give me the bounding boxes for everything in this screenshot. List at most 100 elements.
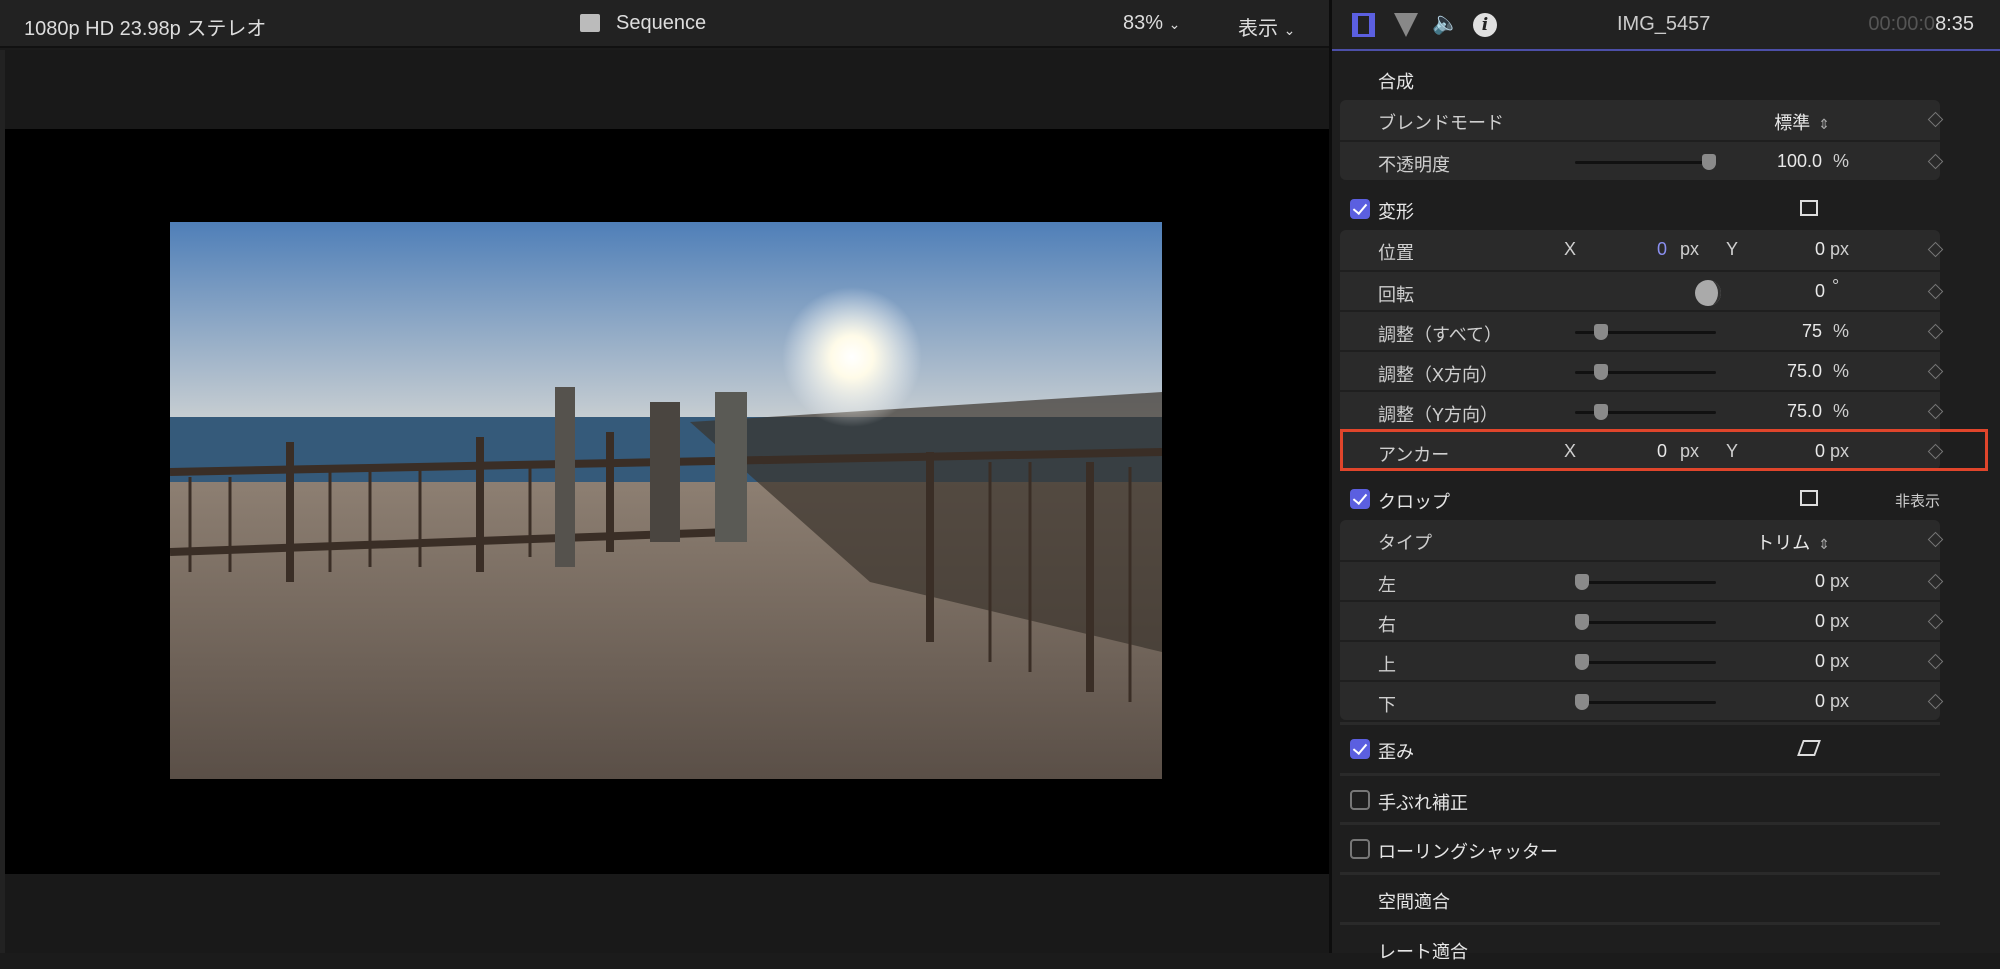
param-slider[interactable] — [1575, 404, 1716, 420]
color-inspector-tab-icon[interactable] — [1394, 13, 1418, 37]
param-unit: px — [1830, 691, 1850, 711]
param-label: 回転 — [1378, 285, 1414, 305]
param-label: 左 — [1378, 575, 1396, 595]
crop-onscreen-icon[interactable] — [1800, 490, 1818, 506]
param-row: 位置 X 0 px Y 0 px — [1340, 230, 1944, 270]
param-value[interactable]: 75.0 — [1787, 401, 1822, 422]
param-label: 調整（すべて） — [1378, 325, 1503, 345]
section-separator — [1340, 822, 1940, 825]
param-row: 上 0 px — [1340, 640, 1944, 680]
timecode-dim: 00:00:0 — [1868, 13, 1936, 35]
view-menu[interactable]: 表示 ⌄ — [1238, 12, 1295, 41]
param-popup[interactable]: 標準 ⇕ — [1774, 109, 1830, 135]
param-unit: % — [1833, 361, 1850, 381]
section-separator — [1340, 773, 1940, 776]
param-slider[interactable] — [1575, 154, 1716, 170]
zoom-value: 83% — [1123, 12, 1164, 34]
transform-checkbox[interactable] — [1350, 199, 1370, 219]
param-label: 位置 — [1378, 243, 1414, 263]
param-label: 調整（Y方向） — [1378, 405, 1499, 425]
param-unit: % — [1833, 151, 1850, 171]
param-value[interactable]: 0 — [1815, 651, 1825, 672]
slider-thumb[interactable] — [1575, 574, 1589, 590]
param-row: タイプ トリム ⇕ — [1340, 520, 1944, 560]
y-value[interactable]: 0 — [1815, 239, 1825, 260]
param-row: 右 0 px — [1340, 600, 1944, 640]
param-value[interactable]: 0 — [1815, 611, 1825, 632]
param-slider[interactable] — [1575, 614, 1716, 630]
param-label: 右 — [1378, 615, 1396, 635]
distort-title: 歪み — [1378, 742, 1414, 762]
slider-thumb[interactable] — [1575, 654, 1589, 670]
distort-checkbox[interactable] — [1350, 739, 1370, 759]
x-value[interactable]: 0 — [1657, 239, 1667, 260]
param-row: 回転 0 ° — [1340, 270, 1944, 310]
section-separator — [1340, 922, 1940, 925]
distort-onscreen-icon[interactable] — [1797, 740, 1821, 756]
param-slider[interactable] — [1575, 694, 1716, 710]
y-unit: px — [1830, 239, 1850, 259]
slider-thumb[interactable] — [1575, 694, 1589, 710]
rotation-dial[interactable] — [1695, 280, 1721, 306]
slider-thumb[interactable] — [1594, 404, 1609, 420]
stabilization-checkbox[interactable] — [1350, 790, 1370, 810]
param-value[interactable]: 0 — [1815, 281, 1825, 302]
slider-thumb[interactable] — [1575, 614, 1589, 630]
param-value[interactable]: 0 — [1815, 571, 1825, 592]
param-slider[interactable] — [1575, 364, 1716, 380]
param-label: 不透明度 — [1378, 155, 1450, 175]
section-distort: 歪み — [1340, 729, 1940, 769]
zoom-menu[interactable]: 83% ⌄ — [1123, 12, 1180, 35]
param-label: 調整（X方向） — [1378, 365, 1499, 385]
viewer-title: Sequence — [616, 12, 707, 34]
section-separator — [1340, 722, 1940, 725]
timecode: 8:35 — [1935, 13, 1974, 35]
slider-thumb[interactable] — [1594, 324, 1609, 340]
anchor-highlight-box — [1340, 429, 1988, 471]
info-inspector-tab-icon[interactable]: i — [1473, 13, 1497, 37]
param-unit: px — [1830, 611, 1850, 631]
x-label: X — [1564, 239, 1577, 259]
updown-chevron-icon: ⇕ — [1818, 536, 1830, 552]
popup-value: トリム — [1756, 533, 1811, 553]
rolling-shutter-checkbox[interactable] — [1350, 839, 1370, 859]
param-row: 調整（Y方向） 75.0% — [1340, 390, 1944, 430]
param-row: ブレンドモード 標準 ⇕ — [1340, 100, 1944, 140]
slider-thumb[interactable] — [1594, 364, 1609, 380]
param-value[interactable]: 100.0 — [1777, 151, 1822, 172]
spatial-conform-title: 空間適合 — [1378, 892, 1450, 912]
param-unit: px — [1830, 571, 1850, 591]
param-value[interactable]: 75.0 — [1787, 361, 1822, 382]
param-slider[interactable] — [1575, 654, 1716, 670]
crop-checkbox[interactable] — [1350, 489, 1370, 509]
param-value[interactable]: 0 — [1815, 691, 1825, 712]
rolling-shutter-title: ローリングシャッター — [1378, 842, 1558, 862]
transform-onscreen-icon[interactable] — [1800, 200, 1818, 216]
audio-inspector-tab-icon[interactable]: 🔈 — [1432, 10, 1459, 36]
param-label: ブレンドモード — [1378, 113, 1504, 133]
param-row: 左 0 px — [1340, 560, 1944, 600]
param-popup[interactable]: トリム ⇕ — [1756, 529, 1830, 555]
video-inspector-tab-icon[interactable] — [1352, 13, 1375, 37]
clapper-icon — [580, 14, 600, 32]
crop-title: クロップ — [1378, 492, 1450, 512]
slider-thumb[interactable] — [1702, 154, 1716, 170]
param-label: タイプ — [1378, 533, 1432, 553]
rate-conform-title: レート適合 — [1378, 942, 1468, 962]
param-slider[interactable] — [1575, 574, 1716, 590]
chevron-down-icon: ⌄ — [1168, 16, 1181, 32]
param-row: 調整（すべて） 75% — [1340, 310, 1944, 350]
param-unit: px — [1830, 651, 1850, 671]
chevron-down-icon: ⌄ — [1283, 22, 1296, 38]
section-transform: 変形 — [1340, 189, 1940, 229]
crop-hide-toggle[interactable]: 非表示 — [1895, 490, 1940, 511]
view-menu-label: 表示 — [1238, 18, 1278, 40]
param-label: 上 — [1378, 655, 1396, 675]
clip-duration: 00:00:08:35 — [1868, 13, 1974, 36]
section-rate-conform: レート適合 — [1340, 929, 1940, 969]
video-frame — [170, 222, 1162, 779]
inspector-header: 🔈 i IMG_5457 00:00:08:35 — [1332, 0, 2000, 51]
param-slider[interactable] — [1575, 324, 1716, 340]
param-unit: % — [1833, 321, 1850, 341]
param-value[interactable]: 75 — [1802, 321, 1822, 342]
